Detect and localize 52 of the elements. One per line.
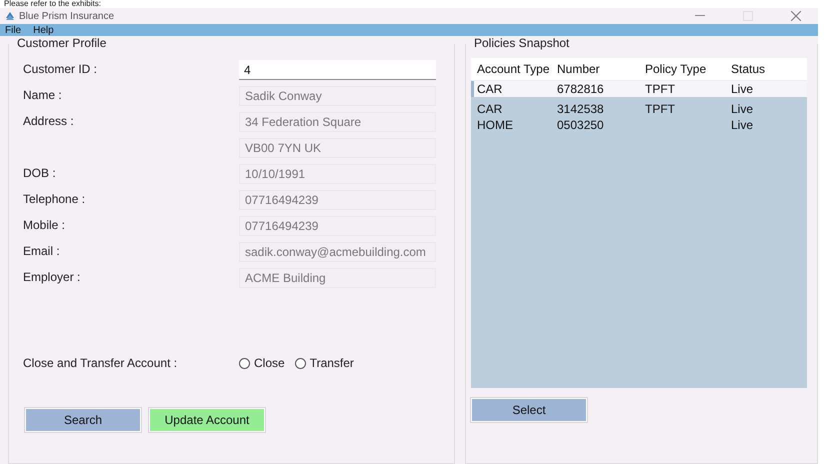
action-button[interactable]: Select [471, 398, 587, 422]
readonly-field[interactable]: 07716494239 [239, 190, 436, 210]
close-icon[interactable] [791, 11, 801, 21]
readonly-field[interactable]: sadik.conway@acmebuilding.com [239, 242, 436, 262]
readonly-field[interactable]: Sadik Conway [239, 86, 436, 106]
readonly-field[interactable]: 10/10/1991 [239, 164, 436, 184]
table-cell-text: 3142538 [556, 102, 605, 116]
field-label: DOB : [23, 165, 57, 180]
menu-item[interactable]: Help [33, 24, 54, 36]
input-field[interactable]: 4 [239, 60, 436, 80]
column-header[interactable]: Policy Type [639, 62, 725, 76]
readonly-field[interactable]: 34 Federation Square [239, 112, 436, 132]
group-title: Policies Snapshot [472, 36, 572, 50]
table-cell-text: Live [730, 118, 754, 132]
field-label: Mobile : [23, 217, 66, 232]
app-logo-icon [5, 11, 15, 21]
table-cell-text: TPFT [644, 82, 676, 96]
radio-button[interactable] [239, 358, 250, 368]
field-label: Employer : [23, 269, 82, 284]
table-cell-text: CAR [476, 82, 504, 96]
field-label: Address : [23, 113, 75, 128]
readonly-field[interactable]: ACME Building [239, 268, 436, 288]
group-title: Customer Profile [15, 36, 108, 50]
table-cell-text: 6782816 [556, 82, 605, 96]
table-row[interactable]: HOME 0503250 Live [471, 117, 807, 133]
table-cell-text: TPFT [644, 102, 676, 116]
table-row[interactable]: CAR 3142538 TPFT Live [471, 101, 807, 117]
action-button[interactable]: Search [25, 408, 141, 432]
table-cell-text: 0503250 [556, 118, 605, 132]
table-cell-text: Live [730, 82, 754, 96]
window-title: Blue Prism Insurance [19, 10, 114, 22]
radio-button[interactable] [294, 358, 306, 368]
field-label: Close and Transfer Account : [23, 356, 178, 370]
column-header[interactable]: Status [725, 62, 795, 76]
minimize-icon[interactable] [695, 15, 705, 17]
radio-label[interactable]: Close [254, 356, 285, 370]
field-label: Telephone : [23, 191, 86, 206]
table-cell-text: CAR [476, 102, 504, 116]
table-row[interactable]: CAR 6782816 TPFT Live [471, 81, 807, 97]
field-label: Customer ID : [23, 61, 98, 76]
field-label: Email : [23, 243, 61, 258]
exhibit-note: Please refer to the exhibits: [3, 0, 102, 8]
column-header[interactable]: Account Type [471, 62, 551, 76]
column-header[interactable]: Number [551, 62, 639, 76]
field-label: Name : [23, 87, 63, 102]
readonly-field[interactable]: 07716494239 [239, 216, 436, 236]
readonly-field[interactable]: VB00 7YN UK [239, 138, 436, 158]
table-cell-text: Live [730, 102, 754, 116]
menu-item[interactable]: File [5, 24, 22, 36]
table-cell-text: HOME [476, 118, 514, 132]
update-button[interactable]: Update Account [149, 408, 265, 432]
radio-label[interactable]: Transfer [310, 356, 354, 370]
